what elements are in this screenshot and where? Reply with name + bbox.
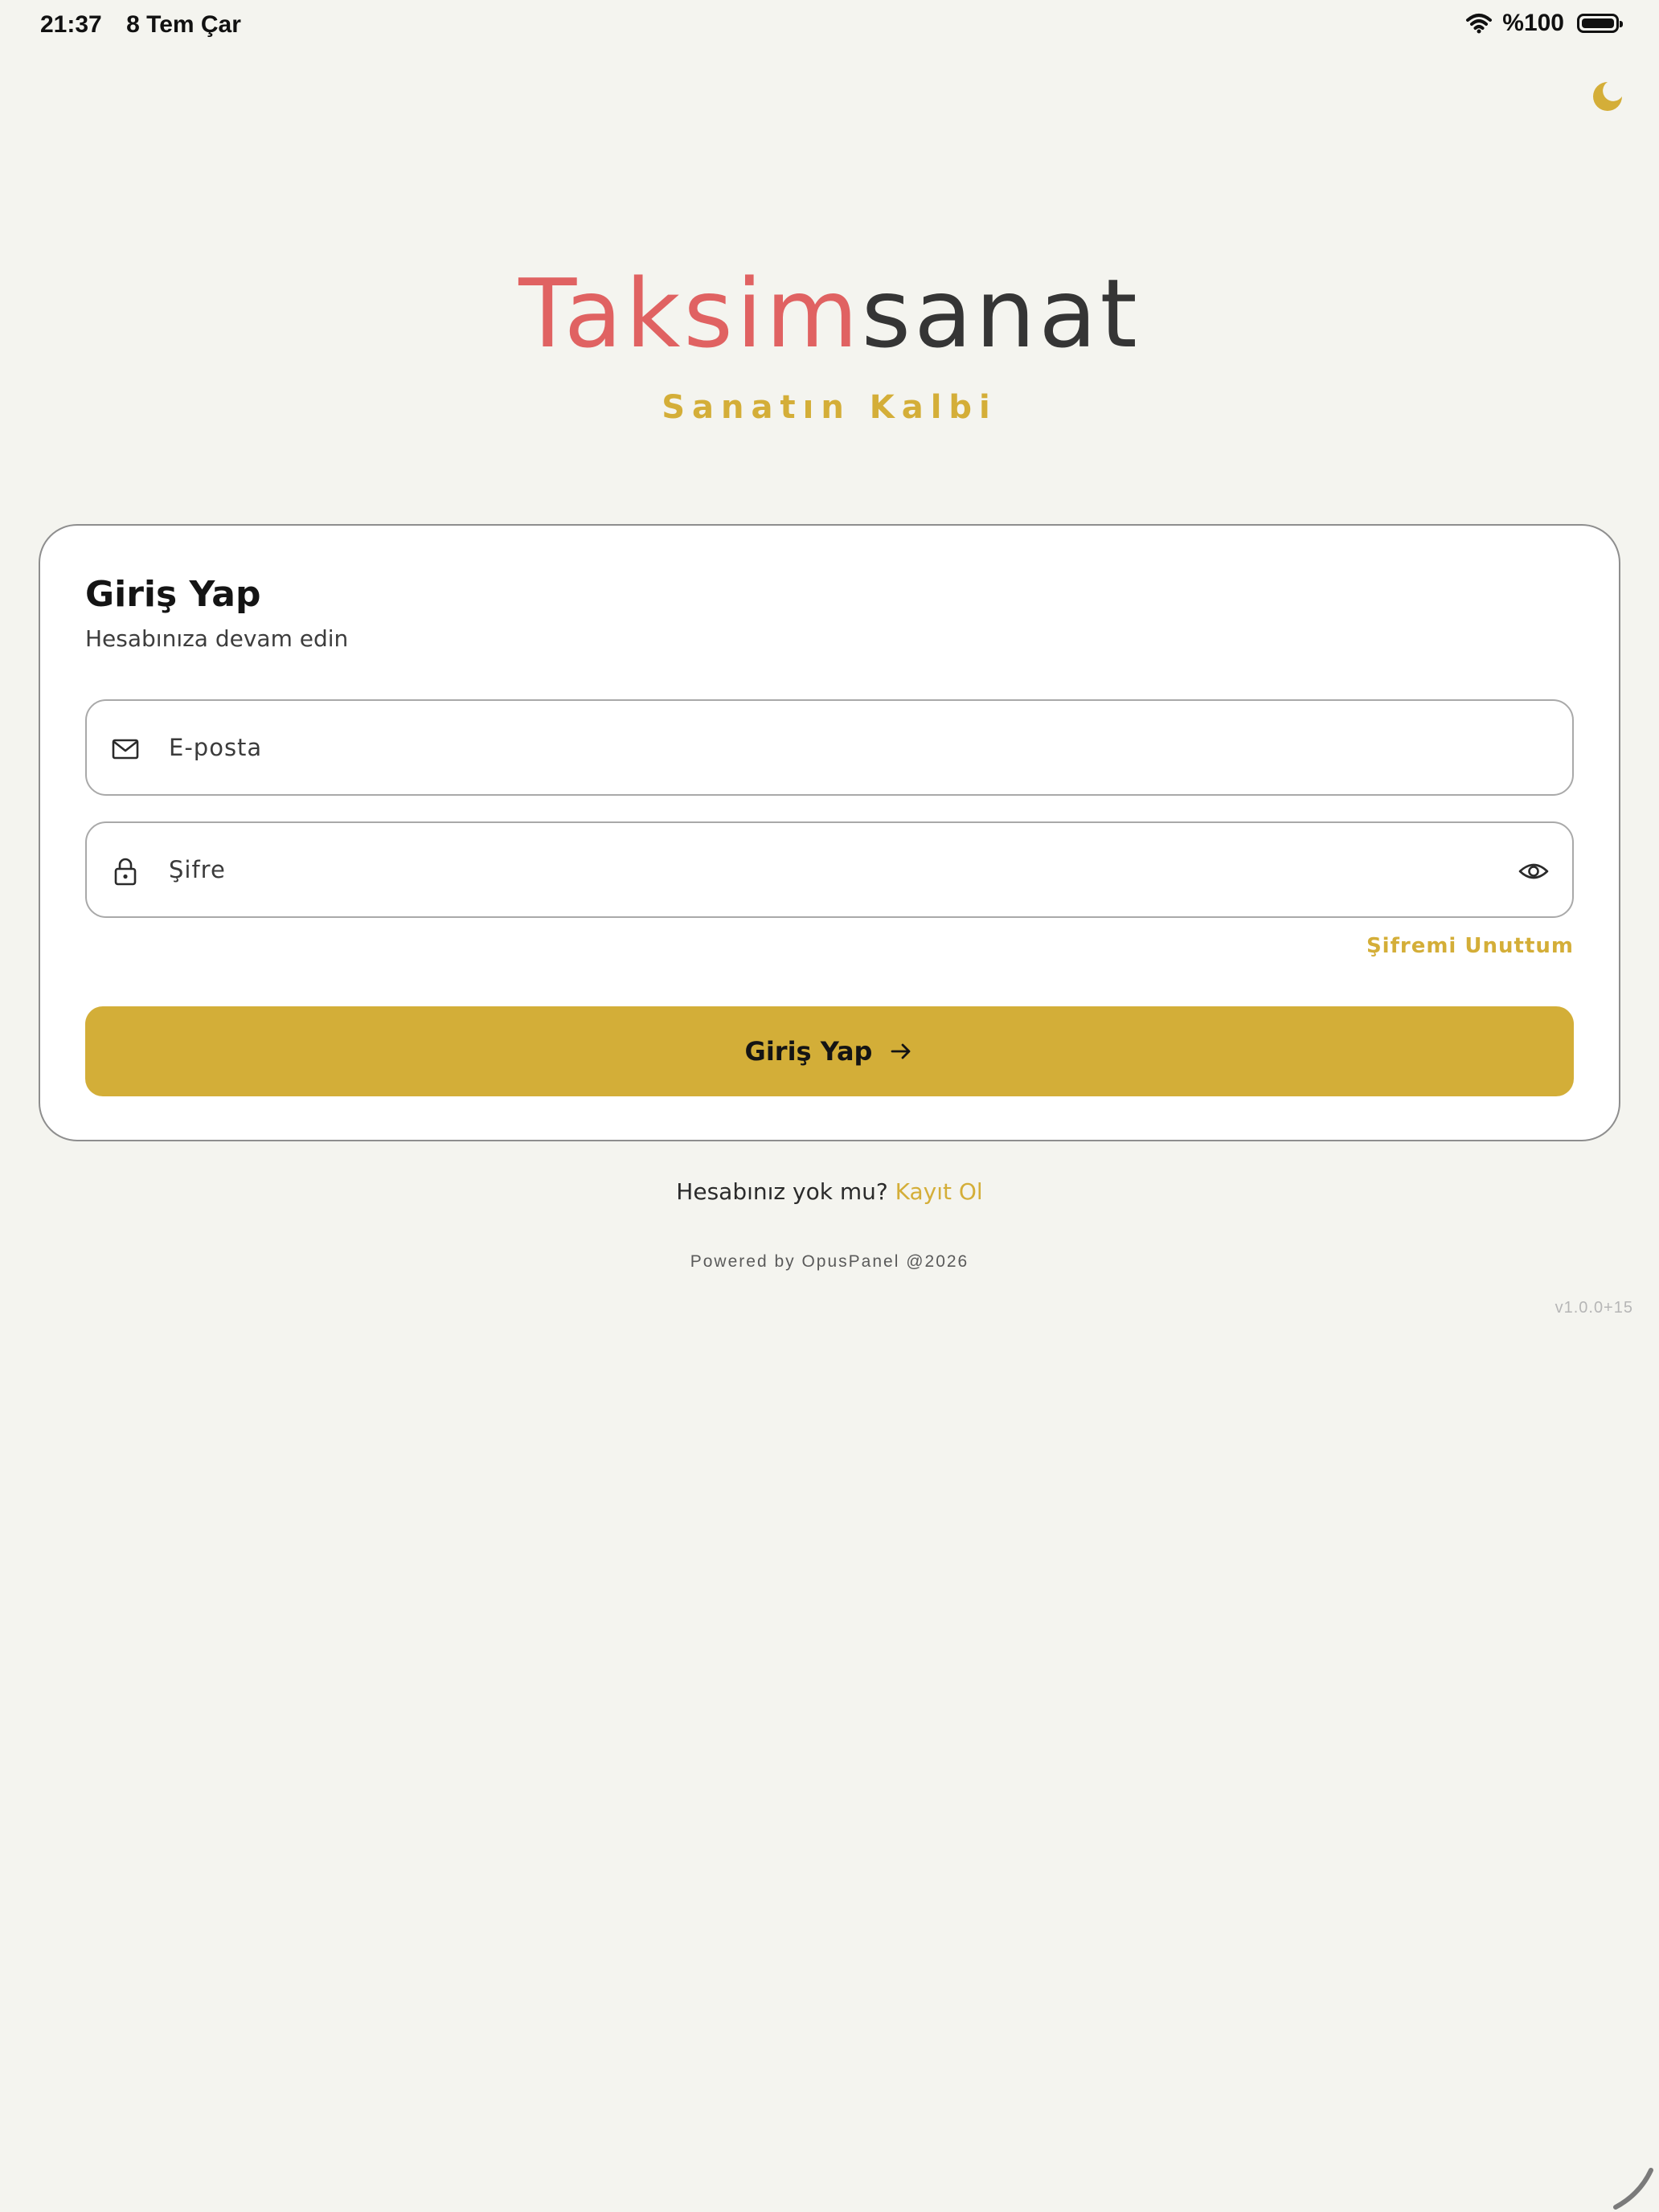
signup-link[interactable]: Kayıt Ol bbox=[895, 1178, 983, 1205]
forgot-password-link[interactable]: Şifremi Unuttum bbox=[1366, 934, 1574, 958]
password-field[interactable] bbox=[85, 821, 1574, 918]
theme-toggle-button[interactable] bbox=[1588, 77, 1627, 116]
mail-icon bbox=[112, 739, 139, 760]
email-field[interactable] bbox=[85, 699, 1574, 796]
login-subtitle: Hesabınıza devam edin bbox=[85, 625, 349, 652]
brand-title-accent: Taksim bbox=[518, 258, 862, 369]
version-label: v1.0.0+15 bbox=[1555, 1299, 1633, 1317]
wifi-icon bbox=[1466, 14, 1493, 34]
moon-icon bbox=[1593, 82, 1622, 111]
login-title: Giriş Yap bbox=[85, 574, 261, 615]
status-right: %100 bbox=[1465, 10, 1623, 37]
email-input[interactable] bbox=[169, 717, 1455, 778]
brand-title-main: sanat bbox=[861, 258, 1141, 369]
status-bar: 21:37 8 Tem Çar %100 bbox=[0, 0, 1659, 51]
login-card: Giriş Yap Hesabınıza devam edin Şifremi … bbox=[39, 524, 1620, 1141]
lock-icon bbox=[114, 858, 137, 886]
brand-title: Taksimsanat bbox=[0, 257, 1659, 370]
password-input[interactable] bbox=[169, 839, 1455, 900]
login-button-label: Giriş Yap bbox=[744, 1036, 873, 1067]
brand-tagline: Sanatın Kalbi bbox=[662, 389, 997, 426]
status-time: 21:37 bbox=[40, 11, 102, 38]
powered-by-text: Powered by OpusPanel @2026 bbox=[690, 1252, 969, 1271]
arrow-right-icon bbox=[891, 1043, 911, 1059]
status-date: 8 Tem Çar bbox=[126, 11, 241, 38]
battery-percent: %100 bbox=[1502, 10, 1564, 36]
battery-icon bbox=[1577, 14, 1623, 33]
home-indicator bbox=[1613, 2168, 1653, 2210]
signup-prompt-line: Hesabınız yok mu? Kayıt Ol bbox=[0, 1178, 1659, 1205]
eye-icon[interactable] bbox=[1518, 855, 1550, 887]
login-button[interactable]: Giriş Yap bbox=[85, 1006, 1574, 1096]
status-left: 21:37 8 Tem Çar bbox=[40, 11, 259, 39]
brand-header: Taksimsanat Sanatın Kalbi bbox=[0, 257, 1659, 426]
signup-prompt: Hesabınız yok mu? bbox=[676, 1178, 888, 1205]
